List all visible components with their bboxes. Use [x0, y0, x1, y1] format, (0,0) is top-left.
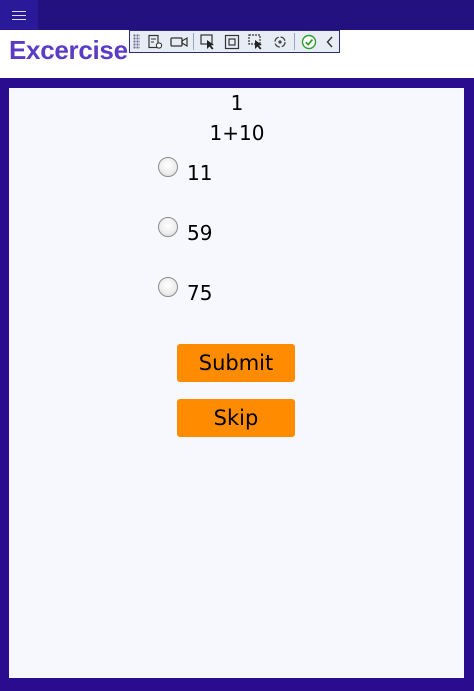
answer-option[interactable]: 75: [158, 277, 212, 307]
checkmark-icon[interactable]: [297, 31, 321, 52]
skip-button[interactable]: Skip: [177, 399, 295, 437]
xaml-dev-toolbar: [129, 30, 340, 53]
live-visual-tree-icon[interactable]: [143, 31, 167, 52]
question-text: 1+10: [209, 121, 265, 145]
submit-button[interactable]: Submit: [177, 344, 295, 382]
radio-button-icon[interactable]: [158, 217, 178, 237]
question-number: 1: [230, 91, 244, 115]
answer-option-label[interactable]: 75: [187, 281, 212, 305]
page-title: Excercise: [9, 35, 128, 65]
track-focus-icon[interactable]: [244, 31, 268, 52]
answer-option-label[interactable]: 59: [187, 221, 212, 245]
answer-option[interactable]: 11: [158, 157, 212, 187]
answer-option[interactable]: 59: [158, 217, 212, 247]
display-layout-adorners-icon[interactable]: [220, 31, 244, 52]
collapse-chevron-icon[interactable]: [321, 31, 339, 52]
radio-button-icon[interactable]: [158, 277, 178, 297]
toolbar-separator: [193, 33, 194, 50]
toolbar-separator: [294, 33, 295, 50]
toolbar-grip-icon[interactable]: [133, 34, 140, 49]
radio-button-icon[interactable]: [158, 157, 178, 177]
hamburger-menu-icon[interactable]: [0, 0, 38, 30]
hot-reload-icon[interactable]: [268, 31, 292, 52]
select-element-icon[interactable]: [196, 31, 220, 52]
exercise-card: [9, 88, 464, 678]
answer-option-label[interactable]: 11: [187, 161, 212, 185]
window-titlebar: [0, 0, 474, 30]
record-icon[interactable]: [167, 31, 191, 52]
